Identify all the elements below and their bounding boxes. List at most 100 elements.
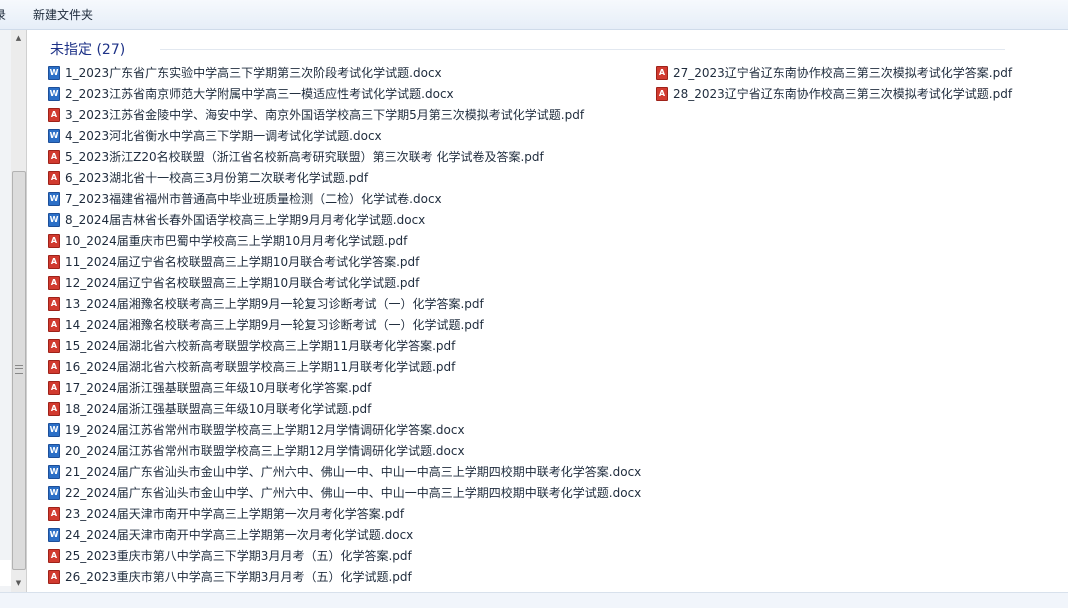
file-item[interactable]: W 2_2023江苏省南京师范大学附属中学高三一模适应性考试化学试题.docx: [48, 84, 454, 105]
icon-glyph: W: [49, 193, 59, 203]
file-name: 11_2024届辽宁省名校联盟高三上学期10月联合考试化学答案.pdf: [65, 255, 420, 269]
icon-glyph: A: [50, 403, 58, 413]
scroll-down-arrow-icon[interactable]: ▼: [11, 576, 26, 590]
group-divider: [160, 49, 1005, 50]
icon-glyph: A: [50, 256, 58, 266]
file-name: 21_2024届广东省汕头市金山中学、广州六中、佛山一中、中山一中高三上学期四校…: [65, 465, 642, 479]
pdf-document-icon: A: [656, 86, 668, 101]
file-name: 13_2024届湘豫名校联考高三上学期9月一轮复习诊断考试（一）化学答案.pdf: [65, 297, 484, 311]
icon-glyph: W: [49, 88, 59, 98]
file-name: 12_2024届辽宁省名校联盟高三上学期10月联合考试化学试题.pdf: [65, 276, 420, 290]
word-document-icon: W: [48, 422, 60, 437]
word-document-icon: W: [48, 527, 60, 542]
file-item[interactable]: A 3_2023江苏省金陵中学、海安中学、南京外国语学校高三下学期5月第三次模拟考…: [48, 105, 584, 126]
file-name: 20_2024届江苏省常州市联盟学校高三上学期12月学情调研化学试题.docx: [65, 444, 465, 458]
file-name: 10_2024届重庆市巴蜀中学校高三上学期10月月考化学试题.pdf: [65, 234, 408, 248]
icon-glyph: A: [50, 571, 58, 581]
file-item[interactable]: W 7_2023福建省福州市普通高中毕业班质量检测（二检）化学试卷.docx: [48, 189, 442, 210]
word-document-icon: W: [48, 128, 60, 143]
file-name: 18_2024届浙江强基联盟高三年级10月联考化学试题.pdf: [65, 402, 372, 416]
file-name: 8_2024届吉林省长春外国语学校高三上学期9月月考化学试题.docx: [65, 213, 426, 227]
icon-glyph: A: [50, 361, 58, 371]
icon-glyph: W: [49, 130, 59, 140]
file-item[interactable]: W 19_2024届江苏省常州市联盟学校高三上学期12月学情调研化学答案.docx: [48, 420, 465, 441]
file-name: 25_2023重庆市第八中学高三下学期3月月考（五）化学答案.pdf: [65, 549, 412, 563]
file-item[interactable]: A 14_2024届湘豫名校联考高三上学期9月一轮复习诊断考试（一）化学试题.pd…: [48, 315, 484, 336]
grip-icon: [15, 365, 23, 374]
pdf-document-icon: A: [48, 401, 60, 416]
file-name: 27_2023辽宁省辽东南协作校高三第三次模拟考试化学答案.pdf: [673, 66, 1013, 80]
icon-glyph: W: [49, 214, 59, 224]
file-name: 16_2024届湖北省六校新高考联盟学校高三上学期11月联考化学试题.pdf: [65, 360, 456, 374]
file-item[interactable]: A 10_2024届重庆市巴蜀中学校高三上学期10月月考化学试题.pdf: [48, 231, 407, 252]
file-item[interactable]: A 11_2024届辽宁省名校联盟高三上学期10月联合考试化学答案.pdf: [48, 252, 419, 273]
file-name: 19_2024届江苏省常州市联盟学校高三上学期12月学情调研化学答案.docx: [65, 423, 465, 437]
navigation-pane-gap: [0, 560, 11, 586]
file-name: 1_2023广东省广东实验中学高三下学期第三次阶段考试化学试题.docx: [65, 66, 442, 80]
group-header[interactable]: 未指定 (27): [50, 39, 125, 59]
file-name: 22_2024届广东省汕头市金山中学、广州六中、佛山一中、中山一中高三上学期四校…: [65, 486, 642, 500]
icon-glyph: A: [658, 67, 666, 77]
file-item[interactable]: W 21_2024届广东省汕头市金山中学、广州六中、佛山一中、中山一中高三上学期四…: [48, 462, 641, 483]
file-item[interactable]: A 27_2023辽宁省辽东南协作校高三第三次模拟考试化学答案.pdf: [656, 63, 1012, 84]
icon-glyph: A: [50, 109, 58, 119]
icon-glyph: A: [50, 298, 58, 308]
file-item[interactable]: W 8_2024届吉林省长春外国语学校高三上学期9月月考化学试题.docx: [48, 210, 425, 231]
scroll-up-arrow-icon[interactable]: ▲: [11, 31, 26, 45]
pdf-document-icon: A: [48, 233, 60, 248]
file-item[interactable]: A 5_2023浙江Z20名校联盟（浙江省名校新高考研究联盟）第三次联考 化学试卷…: [48, 147, 544, 168]
file-item[interactable]: A 12_2024届辽宁省名校联盟高三上学期10月联合考试化学试题.pdf: [48, 273, 419, 294]
word-document-icon: W: [48, 86, 60, 101]
icon-glyph: W: [49, 466, 59, 476]
file-item[interactable]: A 15_2024届湖北省六校新高考联盟学校高三上学期11月联考化学答案.pdf: [48, 336, 455, 357]
toolbar: 录 新建文件夹: [0, 0, 1068, 30]
new-folder-button[interactable]: 新建文件夹: [33, 6, 93, 23]
file-item[interactable]: A 17_2024届浙江强基联盟高三年级10月联考化学答案.pdf: [48, 378, 371, 399]
pdf-document-icon: A: [48, 317, 60, 332]
pdf-document-icon: A: [48, 548, 60, 563]
file-item[interactable]: W 1_2023广东省广东实验中学高三下学期第三次阶段考试化学试题.docx: [48, 63, 442, 84]
word-document-icon: W: [48, 65, 60, 80]
icon-glyph: W: [49, 445, 59, 455]
icon-glyph: A: [50, 508, 58, 518]
file-item[interactable]: W 4_2023河北省衡水中学高三下学期一调考试化学试题.docx: [48, 126, 382, 147]
pdf-document-icon: A: [48, 170, 60, 185]
icon-glyph: A: [50, 319, 58, 329]
file-item[interactable]: W 22_2024届广东省汕头市金山中学、广州六中、佛山一中、中山一中高三上学期四…: [48, 483, 641, 504]
word-document-icon: W: [48, 191, 60, 206]
icon-glyph: A: [50, 151, 58, 161]
toolbar-partial-button[interactable]: 录: [0, 6, 6, 23]
file-item[interactable]: A 23_2024届天津市南开中学高三上学期第一次月考化学答案.pdf: [48, 504, 404, 525]
file-item[interactable]: A 13_2024届湘豫名校联考高三上学期9月一轮复习诊断考试（一）化学答案.pd…: [48, 294, 484, 315]
file-list-view: 未指定 (27) W 1_2023广东省广东实验中学高三下学期第三次阶段考试化学试…: [27, 30, 1068, 592]
icon-glyph: A: [50, 172, 58, 182]
file-item[interactable]: A 25_2023重庆市第八中学高三下学期3月月考（五）化学答案.pdf: [48, 546, 412, 567]
file-item[interactable]: A 26_2023重庆市第八中学高三下学期3月月考（五）化学试题.pdf: [48, 567, 412, 588]
pdf-document-icon: A: [48, 107, 60, 122]
file-name: 4_2023河北省衡水中学高三下学期一调考试化学试题.docx: [65, 129, 382, 143]
icon-glyph: A: [50, 235, 58, 245]
icon-glyph: A: [658, 88, 666, 98]
icon-glyph: A: [50, 550, 58, 560]
file-item[interactable]: W 24_2024届天津市南开中学高三上学期第一次月考化学试题.docx: [48, 525, 413, 546]
status-bar: [0, 592, 1068, 608]
file-name: 2_2023江苏省南京师范大学附属中学高三一模适应性考试化学试题.docx: [65, 87, 454, 101]
scrollbar-thumb[interactable]: [12, 171, 26, 570]
file-item[interactable]: A 28_2023辽宁省辽东南协作校高三第三次模拟考试化学试题.pdf: [656, 84, 1012, 105]
pdf-document-icon: A: [48, 296, 60, 311]
file-item[interactable]: W 20_2024届江苏省常州市联盟学校高三上学期12月学情调研化学试题.docx: [48, 441, 465, 462]
vertical-scrollbar[interactable]: ▲ ▼: [11, 30, 27, 592]
file-name: 14_2024届湘豫名校联考高三上学期9月一轮复习诊断考试（一）化学试题.pdf: [65, 318, 484, 332]
icon-glyph: W: [49, 67, 59, 77]
pdf-document-icon: A: [656, 65, 668, 80]
file-item[interactable]: A 18_2024届浙江强基联盟高三年级10月联考化学试题.pdf: [48, 399, 371, 420]
pdf-document-icon: A: [48, 380, 60, 395]
file-name: 23_2024届天津市南开中学高三上学期第一次月考化学答案.pdf: [65, 507, 405, 521]
file-name: 17_2024届浙江强基联盟高三年级10月联考化学答案.pdf: [65, 381, 372, 395]
file-item[interactable]: A 16_2024届湖北省六校新高考联盟学校高三上学期11月联考化学试题.pdf: [48, 357, 455, 378]
icon-glyph: A: [50, 382, 58, 392]
word-document-icon: W: [48, 212, 60, 227]
file-name: 24_2024届天津市南开中学高三上学期第一次月考化学试题.docx: [65, 528, 414, 542]
file-name: 3_2023江苏省金陵中学、海安中学、南京外国语学校高三下学期5月第三次模拟考试…: [65, 108, 585, 122]
file-item[interactable]: A 6_2023湖北省十一校高三3月份第二次联考化学试题.pdf: [48, 168, 368, 189]
